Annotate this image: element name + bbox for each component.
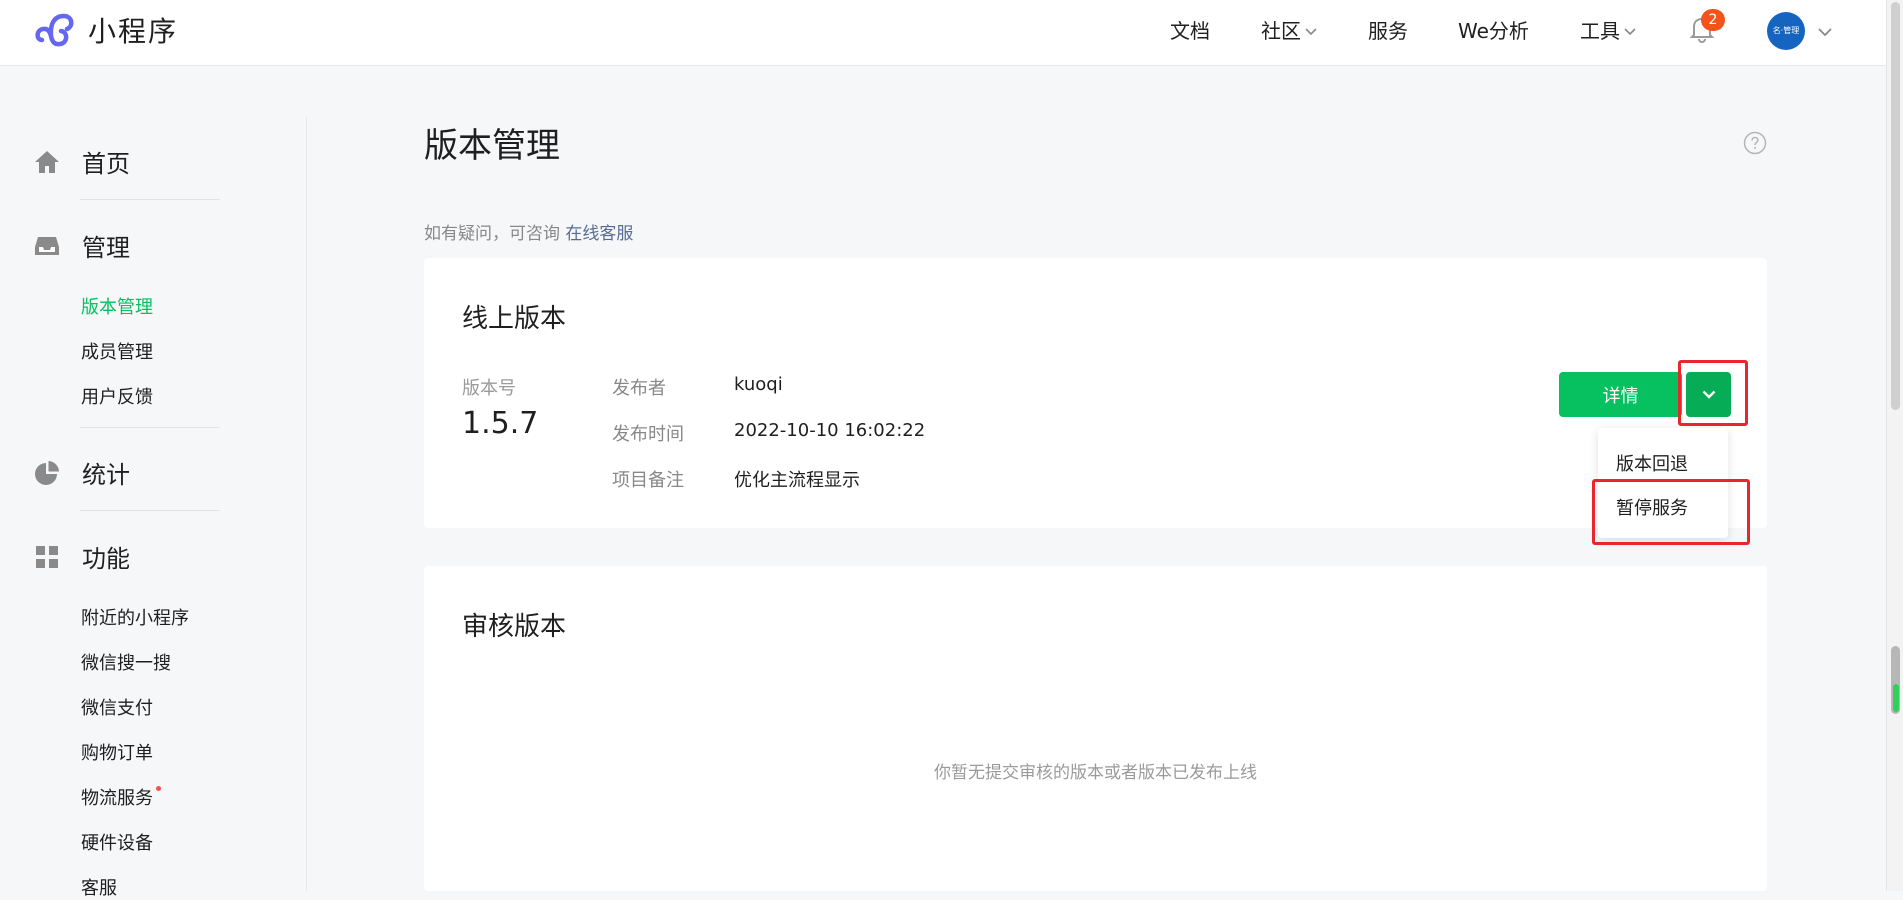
nav-services[interactable]: 服务 (1368, 15, 1408, 44)
sidebar-item-hardware[interactable]: 硬件设备 (81, 829, 153, 855)
sidebar-item-user-feedback[interactable]: 用户反馈 (81, 383, 153, 409)
nav-community[interactable]: 社区 (1261, 15, 1317, 44)
sidebar-item-version-management[interactable]: 版本管理 (81, 293, 153, 319)
home-icon (34, 149, 60, 175)
project-note-value: 优化主流程显示 (734, 470, 860, 491)
nav-we-analytics-label: We分析 (1458, 18, 1529, 43)
sidebar-item-manage[interactable]: 管理 (34, 228, 130, 263)
nav-tools[interactable]: 工具 (1580, 15, 1636, 44)
publisher-value: kuoqi (734, 374, 783, 395)
sidebar-item-home[interactable]: 首页 (34, 144, 130, 179)
more-actions-menu: 版本回退 暂停服务 (1598, 428, 1728, 538)
sidebar-divider (306, 116, 307, 891)
online-service-link[interactable]: 在线客服 (565, 224, 633, 244)
consult-prefix: 如有疑问，可咨询 (424, 224, 560, 244)
sidebar-item-logistics[interactable]: 物流服务 (81, 784, 161, 810)
version-number-label: 版本号 (462, 378, 516, 399)
publish-time-value: 2022-10-10 16:02:22 (734, 420, 926, 441)
nav-tools-label: 工具 (1580, 18, 1620, 43)
sidebar-item-label: 首页 (82, 150, 130, 178)
nav-community-label: 社区 (1261, 18, 1301, 43)
nav-we-analytics[interactable]: We分析 (1458, 15, 1529, 44)
page-title: 版本管理 (424, 126, 560, 166)
chevron-down-icon (1624, 17, 1636, 41)
sidebar-item-label: 功能 (82, 545, 130, 573)
chevron-down-icon (1305, 17, 1317, 41)
grid-icon (34, 544, 60, 570)
sidebar-item-member-management[interactable]: 成员管理 (81, 338, 153, 364)
sidebar-item-label: 管理 (82, 234, 130, 262)
review-version-title: 审核版本 (462, 612, 567, 642)
online-version-card: 线上版本 版本号 1.5.7 发布者 kuoqi 发布时间 2022-10-10… (424, 258, 1767, 528)
top-nav-bar: 小程序 文档 社区 服务 We分析 工具 2 名·管理 (0, 0, 1886, 66)
avatar[interactable]: 名·管理 (1767, 12, 1805, 50)
menu-item-version-rollback[interactable]: 版本回退 (1616, 450, 1688, 476)
nav-docs[interactable]: 文档 (1170, 15, 1210, 44)
sidebar-item-nearby-mini-programs[interactable]: 附近的小程序 (81, 604, 189, 630)
inbox-icon (34, 233, 60, 259)
sidebar-item-features[interactable]: 功能 (34, 539, 130, 574)
mini-program-logo-icon (34, 12, 76, 48)
sidebar-item-wechat-search[interactable]: 微信搜一搜 (81, 649, 171, 675)
sidebar-separator (80, 510, 220, 511)
sidebar-item-shopping-orders[interactable]: 购物订单 (81, 739, 153, 765)
sidebar-item-label: 物流服务 (81, 788, 153, 809)
project-note-label: 项目备注 (612, 470, 684, 491)
consult-hint: 如有疑问，可咨询 在线客服 (424, 219, 633, 244)
publish-time-label: 发布时间 (612, 424, 684, 445)
empty-state-text: 你暂无提交审核的版本或者版本已发布上线 (934, 763, 1257, 783)
sidebar-item-customer-service[interactable]: 客服 (81, 874, 117, 900)
pie-chart-icon (34, 460, 60, 486)
sidebar-item-label: 统计 (82, 461, 130, 489)
sidebar-item-wechat-pay[interactable]: 微信支付 (81, 694, 153, 720)
chevron-down-icon (1702, 387, 1716, 402)
help-icon[interactable] (1743, 131, 1767, 155)
sidebar-separator (80, 427, 220, 428)
notification-badge: 2 (1701, 9, 1725, 31)
page-scrollbar[interactable] (1886, 0, 1903, 891)
app-logo[interactable]: 小程序 (34, 10, 178, 50)
nav-docs-label: 文档 (1170, 18, 1210, 43)
app-name: 小程序 (88, 15, 179, 48)
chevron-down-icon[interactable] (1818, 22, 1832, 41)
publisher-label: 发布者 (612, 378, 666, 399)
details-button[interactable]: 详情 (1559, 372, 1682, 417)
online-version-title: 线上版本 (462, 304, 567, 334)
scrollbar-thumb[interactable] (1891, 2, 1900, 410)
sidebar-item-statistics[interactable]: 统计 (34, 455, 130, 490)
more-actions-dropdown-button[interactable] (1686, 372, 1731, 417)
version-number: 1.5.7 (462, 406, 539, 441)
nav-services-label: 服务 (1368, 18, 1408, 43)
new-dot-badge (156, 786, 161, 791)
sidebar-separator (80, 199, 220, 200)
review-version-card: 审核版本 你暂无提交审核的版本或者版本已发布上线 (424, 566, 1767, 891)
scrollbar-indicator (1893, 684, 1899, 712)
menu-item-pause-service[interactable]: 暂停服务 (1616, 494, 1688, 520)
